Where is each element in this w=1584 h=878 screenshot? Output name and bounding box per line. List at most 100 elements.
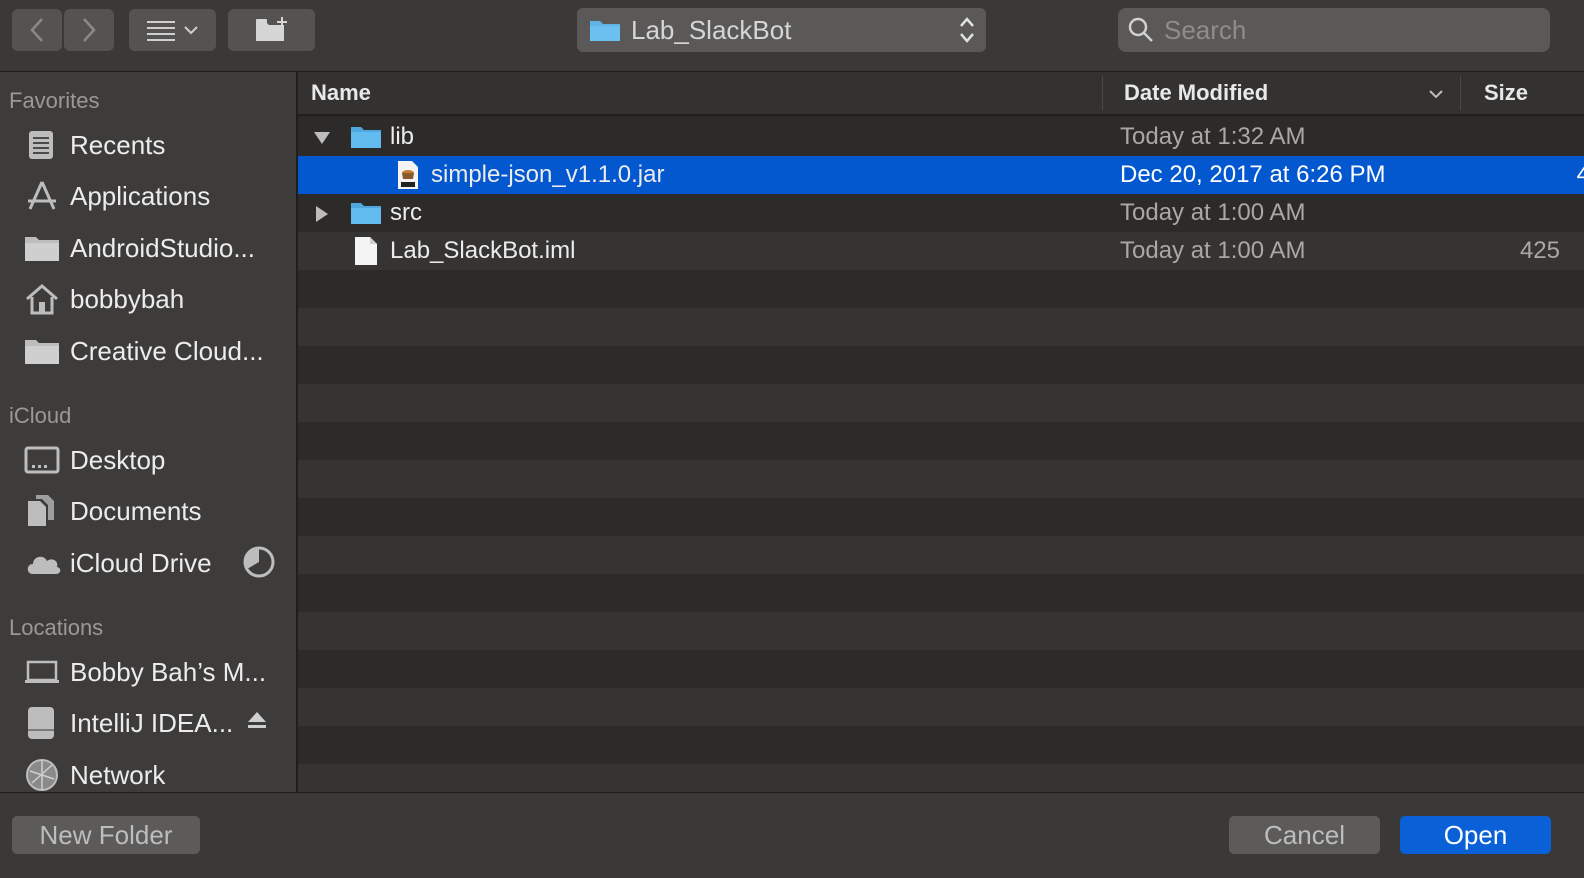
file-row-lib[interactable]: lib Today at 1:32 AM [298, 118, 1584, 156]
sidebar-item-network[interactable]: Network [24, 755, 284, 795]
file-name: src [390, 199, 422, 226]
empty-row [298, 726, 1584, 764]
open-button[interactable]: Open [1400, 816, 1551, 854]
sidebar-item-home[interactable]: bobbybah [24, 279, 284, 319]
sidebar-item-creative-cloud[interactable]: Creative Cloud... [24, 331, 284, 371]
search-icon [1128, 17, 1153, 42]
sidebar-item-label: AndroidStudio... [70, 232, 256, 263]
storage-pie-icon [242, 545, 276, 584]
forward-button[interactable] [64, 9, 114, 51]
document-icon [355, 237, 377, 265]
sidebar-item-label: IntelliJ IDEA... [70, 707, 234, 738]
documents-icon [24, 492, 62, 530]
sidebar-item-androidstudio[interactable]: AndroidStudio... [24, 228, 284, 268]
file-browser: Name Date Modified Size lib Today at 1:3… [298, 72, 1584, 792]
column-divider[interactable] [1102, 76, 1103, 110]
folder-icon [24, 332, 62, 370]
sidebar-item-applications[interactable]: Applications [24, 176, 284, 216]
chevron-down-icon [183, 26, 198, 35]
disclosure-triangle-collapsed-icon[interactable] [314, 204, 330, 224]
disclosure-triangle-expanded-icon[interactable] [312, 130, 332, 146]
sidebar-heading-locations: Locations [9, 615, 104, 640]
sidebar-heading-icloud: iCloud [9, 403, 72, 428]
new-folder-button[interactable]: New Folder [12, 816, 200, 854]
applications-icon [24, 177, 62, 215]
file-date: Today at 1:32 AM [1120, 123, 1306, 150]
file-name: Lab_SlackBot.iml [390, 237, 576, 264]
column-header-name[interactable]: Name [311, 72, 371, 114]
sidebar-item-icloud-drive[interactable]: iCloud Drive [24, 543, 284, 583]
file-name: simple-json_v1.1.0.jar [431, 161, 665, 188]
empty-row [298, 688, 1584, 726]
empty-row [298, 764, 1584, 792]
file-date: Today at 1:00 AM [1120, 199, 1306, 226]
new-folder-icon [255, 17, 287, 41]
sidebar-item-label: Documents [70, 495, 202, 526]
eject-icon[interactable] [246, 709, 268, 736]
home-icon [24, 280, 62, 318]
list-view-icon [146, 21, 175, 41]
new-folder-toolbar-button[interactable] [228, 9, 315, 51]
empty-row [298, 346, 1584, 384]
column-header-size[interactable]: Size [1484, 72, 1528, 114]
empty-row [298, 422, 1584, 460]
folder-icon [24, 229, 62, 267]
column-header-date-modified[interactable]: Date Modified [1124, 72, 1268, 114]
sidebar-item-label: Desktop [70, 444, 166, 475]
empty-row [298, 384, 1584, 422]
cloud-icon [24, 544, 62, 582]
folder-icon [351, 127, 381, 148]
file-name: lib [390, 123, 415, 150]
folder-icon [351, 203, 381, 224]
sidebar-item-intellij[interactable]: IntelliJ IDEA... [24, 703, 284, 743]
laptop-icon [24, 653, 62, 691]
column-divider[interactable] [1460, 76, 1461, 110]
back-button[interactable] [12, 9, 62, 51]
sidebar-item-label: Applications [70, 180, 211, 211]
chevron-right-icon [83, 18, 96, 42]
file-date: Today at 1:00 AM [1120, 237, 1306, 264]
desktop-icon [24, 441, 62, 479]
file-size: 425 [1519, 237, 1560, 264]
column-header: Name Date Modified Size [298, 72, 1584, 116]
toolbar: Lab_SlackBot [0, 0, 1584, 72]
chevron-left-icon [30, 18, 43, 42]
file-date: Dec 20, 2017 at 6:26 PM [1120, 161, 1386, 188]
file-row-lab-slackbot-iml[interactable]: Lab_SlackBot.iml Today at 1:00 AM 425 [298, 232, 1584, 270]
search-input[interactable] [1162, 13, 1526, 47]
sidebar-item-macbook[interactable]: Bobby Bah’s M... [24, 652, 284, 692]
network-icon [24, 756, 62, 794]
empty-row [298, 270, 1584, 308]
location-popup[interactable]: Lab_SlackBot [577, 8, 986, 52]
folder-icon [590, 21, 620, 41]
sort-chevron-down-icon [1429, 90, 1443, 99]
file-row-src[interactable]: src Today at 1:00 AM [298, 194, 1584, 232]
sidebar-item-label: bobbybah [70, 283, 185, 314]
empty-row [298, 308, 1584, 346]
bottom-bar: New Folder Cancel Open [0, 792, 1584, 878]
file-row-simple-json-jar[interactable]: simple-json_v1.1.0.jar Dec 20, 2017 at 6… [298, 156, 1584, 194]
sidebar-item-label: iCloud Drive [70, 547, 212, 578]
updown-chevron-icon [960, 17, 974, 43]
empty-row [298, 498, 1584, 536]
recents-icon [24, 126, 62, 164]
location-label: Lab_SlackBot [631, 14, 792, 45]
file-size: 4 [1576, 161, 1584, 188]
empty-row [298, 460, 1584, 498]
sidebar-item-label: Network [70, 759, 166, 790]
view-options-button[interactable] [129, 9, 216, 51]
sidebar-item-label: Bobby Bah’s M... [70, 656, 267, 687]
sidebar-item-label: Creative Cloud... [70, 335, 264, 366]
sidebar-item-desktop[interactable]: Desktop [24, 440, 284, 480]
empty-row [298, 536, 1584, 574]
empty-row [298, 650, 1584, 688]
empty-row [298, 574, 1584, 612]
empty-row [298, 612, 1584, 650]
sidebar-item-documents[interactable]: Documents [24, 491, 284, 531]
sidebar-item-label: Recents [70, 129, 166, 160]
cancel-button[interactable]: Cancel [1229, 816, 1380, 854]
sidebar-heading-favorites: Favorites [9, 88, 100, 113]
search-field[interactable] [1118, 8, 1550, 52]
sidebar: Favorites Recents Applications AndroidSt… [0, 72, 298, 792]
sidebar-item-recents[interactable]: Recents [24, 125, 284, 165]
